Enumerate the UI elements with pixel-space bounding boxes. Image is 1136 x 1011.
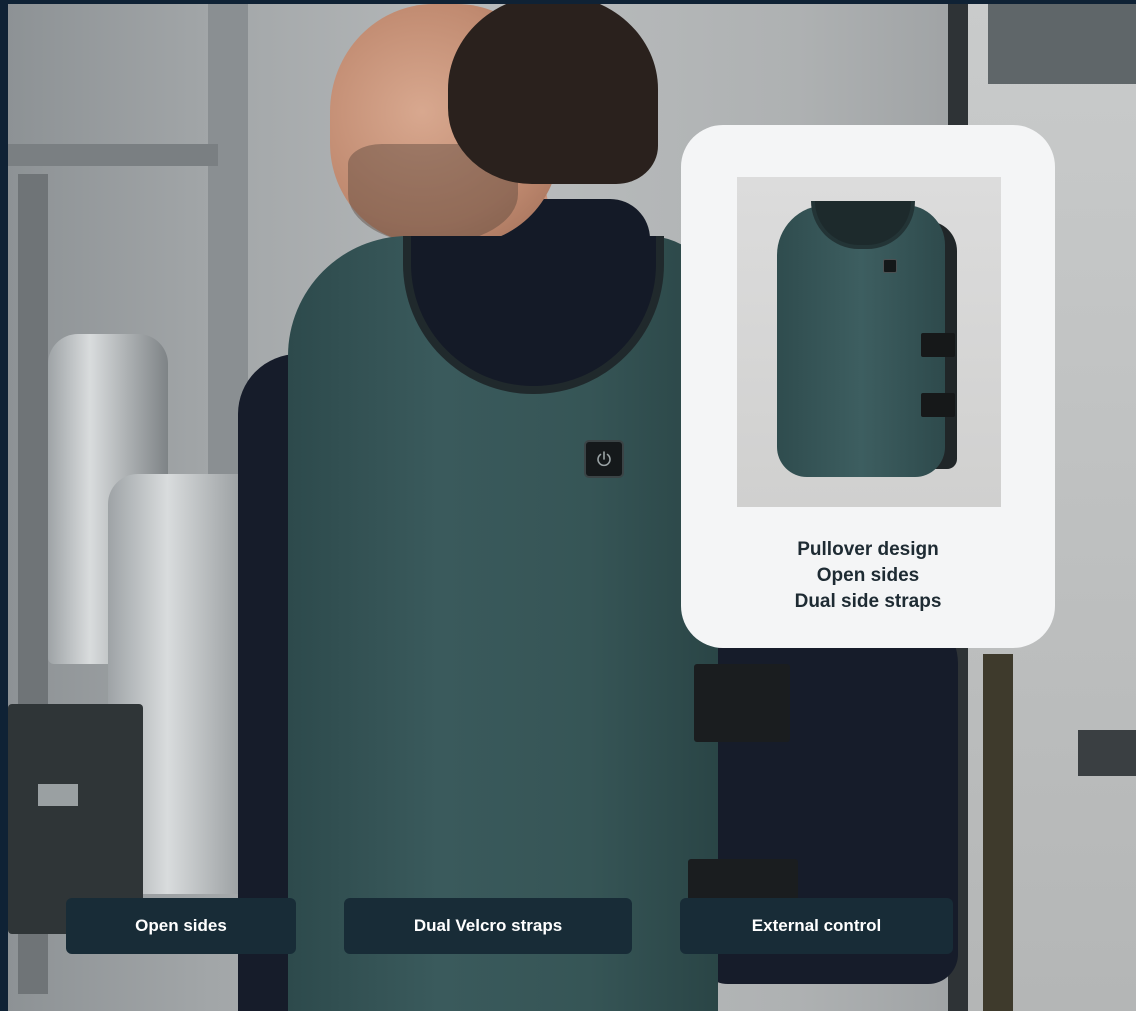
side-strap: [921, 333, 955, 357]
background-beam: [8, 144, 218, 166]
label-dual-velcro-straps: Dual Velcro straps: [344, 898, 632, 954]
external-control-button: [584, 440, 624, 478]
background-crate-label: [38, 784, 78, 806]
power-icon: [883, 259, 897, 273]
card-feature-list: Pullover design Open sides Dual side str…: [681, 537, 1055, 615]
side-strap: [694, 664, 790, 742]
frame-border: [0, 0, 8, 1011]
label-external-control: External control: [680, 898, 953, 954]
card-line-open-sides: Open sides: [816, 565, 920, 586]
product-inset-card: Pullover design Open sides Dual side str…: [681, 125, 1055, 648]
power-icon: [597, 451, 611, 467]
side-strap: [921, 393, 955, 417]
card-line-straps: Dual side straps: [794, 591, 942, 612]
background-door-window: [988, 4, 1136, 84]
hair: [448, 4, 658, 184]
product-image: [737, 177, 1001, 507]
background-door-slot: [1078, 730, 1136, 776]
label-open-sides: Open sides: [66, 898, 296, 954]
frame-border: [0, 0, 1136, 4]
background-safety-post: [983, 654, 1013, 1011]
card-line-pullover: Pullover design: [797, 539, 939, 560]
